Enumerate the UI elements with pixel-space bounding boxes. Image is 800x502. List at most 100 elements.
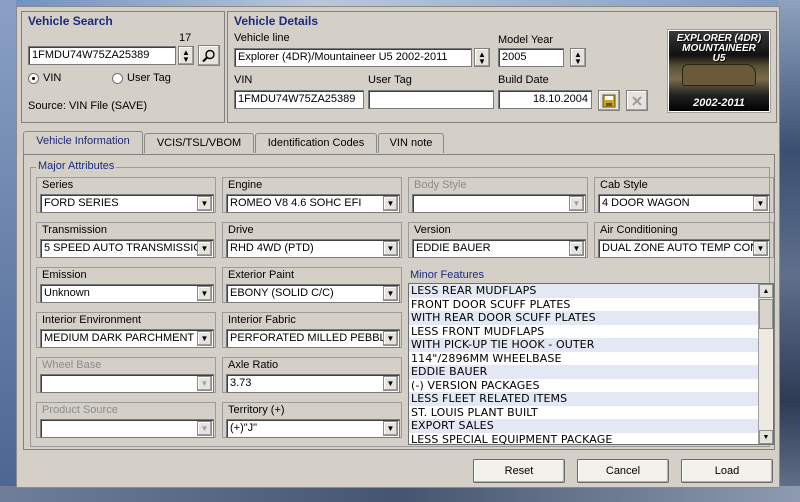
vehicle-line-input[interactable]: Explorer (4DR)/Mountaineer U5 2002-2011 (234, 48, 472, 67)
territory-label: Territory (+) (228, 404, 285, 416)
chevron-down-icon: ▼ (383, 331, 398, 346)
chevron-down-icon: ▼ (383, 241, 398, 256)
tab-identification-codes[interactable]: Identification Codes (255, 133, 377, 153)
engine-select[interactable]: ROMEO V8 4.6 SOHC EFI ▼ (226, 194, 400, 213)
list-item[interactable]: EXPORT SALES (409, 419, 773, 433)
radio-vin[interactable]: VIN (28, 72, 61, 84)
interior-fabric-select[interactable]: PERFORATED MILLED PEBBLE ▼ (226, 329, 400, 348)
drive-select[interactable]: RHD 4WD (PTD) ▼ (226, 239, 400, 258)
body-style-select[interactable]: ▼ (412, 194, 586, 213)
exterior-paint-select[interactable]: EBONY (SOLID C/C) ▼ (226, 284, 400, 303)
wheel-base-select[interactable]: ▼ (40, 374, 214, 393)
chevron-down-icon: ▼ (753, 196, 768, 211)
reset-button[interactable]: Reset (473, 459, 565, 483)
desktop-background-bottom (0, 486, 800, 502)
emission-select[interactable]: Unknown ▼ (40, 284, 214, 303)
list-item[interactable]: EDDIE BAUER (409, 365, 773, 379)
chevron-down-icon: ▼ (383, 376, 398, 391)
tab-vin-note[interactable]: VIN note (378, 133, 444, 153)
chevron-down-icon: ▼ (383, 421, 398, 436)
list-item[interactable]: 114"/2896MM WHEELBASE (409, 352, 773, 366)
list-item[interactable]: FRONT DOOR SCUFF PLATES (409, 298, 773, 312)
vehicle-logo-image: EXPLORER (4DR) MOUNTAINEER U5 2002-2011 (667, 29, 771, 113)
build-date-input[interactable]: 18.10.2004 (498, 90, 592, 109)
vehicle-search-title: Vehicle Search (28, 14, 113, 28)
chevron-down-icon: ▼ (569, 196, 584, 211)
emission-value: Unknown (44, 287, 90, 299)
arrow-down-icon: ▼ (574, 56, 582, 66)
axle-ratio-select[interactable]: 3.73 ▼ (226, 374, 400, 393)
transmission-select[interactable]: 5 SPEED AUTO TRANSMISSIO ▼ (40, 239, 214, 258)
user-tag-label: User Tag (368, 74, 412, 86)
air-conditioning-select[interactable]: DUAL ZONE AUTO TEMP CONT ▼ (598, 239, 770, 258)
list-item[interactable]: ST. LOUIS PLANT BUILT (409, 406, 773, 420)
scroll-thumb[interactable] (759, 299, 773, 329)
vin-counter: 17 (179, 32, 192, 44)
details-vin-input[interactable]: 1FMDU74W75ZA25389 (234, 90, 364, 109)
list-item[interactable]: LESS FRONT MUDFLAPS (409, 325, 773, 339)
version-label: Version (414, 224, 451, 236)
chevron-down-icon: ▼ (197, 331, 212, 346)
list-item[interactable]: LESS SPECIAL EQUIPMENT PACKAGE (409, 433, 773, 445)
cancel-button[interactable]: Cancel (577, 459, 669, 483)
user-tag-input[interactable] (368, 90, 494, 109)
model-year-label: Model Year (498, 34, 554, 46)
floppy-disk-icon (602, 94, 616, 107)
cab-style-select[interactable]: 4 DOOR WAGON ▼ (598, 194, 770, 213)
save-button[interactable] (598, 90, 620, 111)
radio-user-tag[interactable]: User Tag (112, 72, 171, 84)
interior-fabric-label: Interior Fabric (228, 314, 296, 326)
chevron-down-icon: ▼ (569, 241, 584, 256)
minor-features-scrollbar[interactable]: ▲ ▼ (758, 284, 773, 444)
logo-years: 2002-2011 (693, 97, 745, 109)
model-year-spinner[interactable]: ▲ ▼ (570, 48, 586, 67)
list-item[interactable]: LESS FLEET RELATED ITEMS (409, 392, 773, 406)
cab-style-label: Cab Style (600, 179, 648, 191)
territory-select[interactable]: (+)"J" ▼ (226, 419, 400, 438)
chevron-down-icon: ▼ (383, 286, 398, 301)
radio-vin-dot (28, 72, 39, 84)
cab-style-value: 4 DOOR WAGON (602, 197, 690, 209)
drive-value: RHD 4WD (PTD) (230, 242, 314, 254)
model-year-input[interactable]: 2005 (498, 48, 564, 67)
transmission-label: Transmission (42, 224, 107, 236)
build-date-label: Build Date (498, 74, 549, 86)
product-source-select[interactable]: ▼ (40, 419, 214, 438)
axle-ratio-label: Axle Ratio (228, 359, 279, 371)
search-history-dropdown[interactable]: ▲ ▼ (178, 46, 194, 65)
chevron-down-icon: ▼ (753, 241, 768, 256)
minor-features-list[interactable]: LESS REAR MUDFLAPS FRONT DOOR SCUFF PLAT… (408, 283, 774, 445)
interior-environment-label: Interior Environment (42, 314, 142, 326)
drive-label: Drive (228, 224, 254, 236)
source-text: Source: VIN File (SAVE) (28, 100, 147, 112)
version-select[interactable]: EDDIE BAUER ▼ (412, 239, 586, 258)
air-conditioning-value: DUAL ZONE AUTO TEMP CONT (602, 242, 765, 254)
scroll-up-icon[interactable]: ▲ (759, 284, 773, 298)
radio-user-tag-dot (112, 72, 123, 84)
tab-vcis-tsl-vbom[interactable]: VCIS/TSL/VBOM (144, 133, 254, 153)
series-select[interactable]: FORD SERIES ▼ (40, 194, 214, 213)
list-item[interactable]: LESS REAR MUDFLAPS (409, 284, 773, 298)
scroll-down-icon[interactable]: ▼ (759, 430, 773, 444)
logo-model-name: EXPLORER (4DR) MOUNTAINEER U5 (671, 34, 767, 64)
close-icon (632, 95, 642, 106)
series-label: Series (42, 179, 74, 191)
load-button[interactable]: Load (681, 459, 773, 483)
list-item[interactable]: WITH PICK-UP TIE HOOK - OUTER (409, 338, 773, 352)
interior-fabric-value: PERFORATED MILLED PEBBLE (230, 332, 394, 344)
list-item[interactable]: (-) VERSION PACKAGES (409, 379, 773, 393)
tab-vehicle-information[interactable]: Vehicle Information (23, 131, 143, 154)
version-value: EDDIE BAUER (416, 242, 491, 254)
vehicle-information-panel: Major Attributes Series FORD SERIES ▼ En… (23, 154, 775, 450)
chevron-down-icon: ▼ (197, 376, 212, 391)
logo-line3: U5 (712, 53, 726, 64)
list-item[interactable]: WITH REAR DOOR SCUFF PLATES (409, 311, 773, 325)
interior-environment-select[interactable]: MEDIUM DARK PARCHMENT ▼ (40, 329, 214, 348)
search-vin-input[interactable]: 1FMDU74W75ZA25389 (28, 46, 176, 65)
clear-button[interactable] (626, 90, 648, 111)
search-button[interactable] (198, 45, 220, 66)
vehicle-line-spinner[interactable]: ▲ ▼ (474, 48, 490, 67)
chevron-down-icon: ▼ (197, 421, 212, 436)
arrow-down-icon: ▼ (478, 56, 486, 66)
territory-value: (+)"J" (230, 422, 258, 434)
